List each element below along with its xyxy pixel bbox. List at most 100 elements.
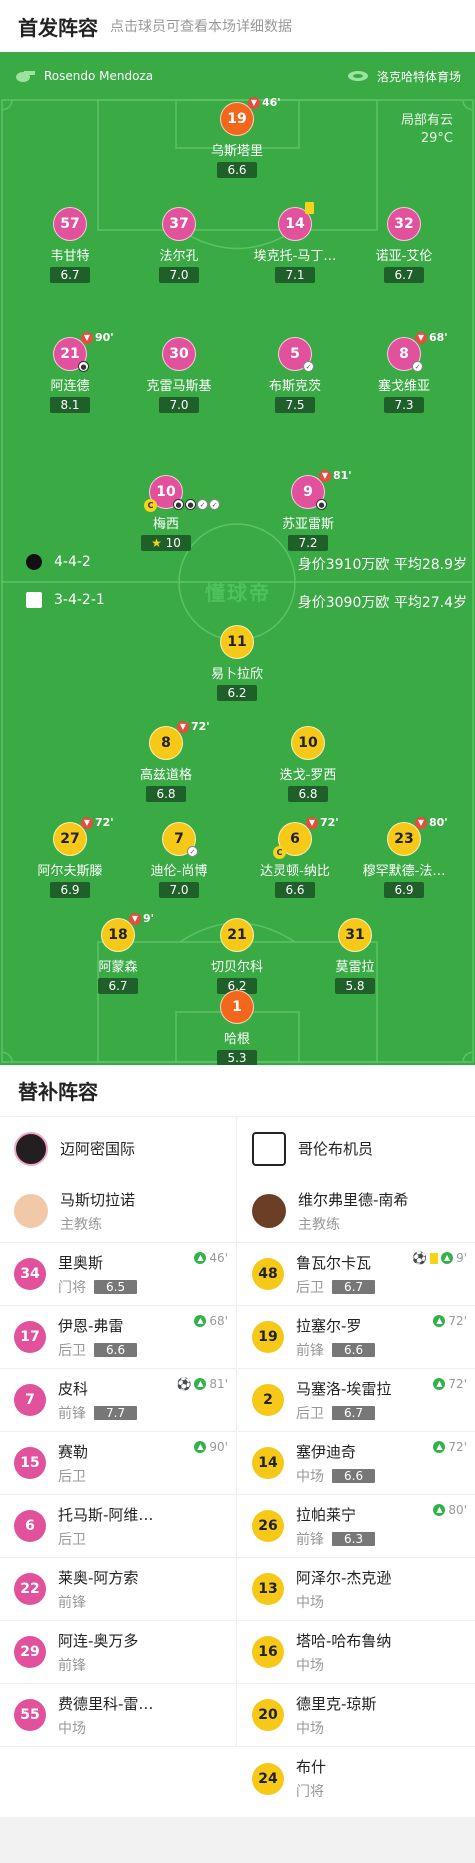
columbus-crew-logo [252,1131,286,1166]
home-team-mini-logo [26,554,42,570]
home-formation: 4-4-2 [26,554,91,570]
away-team-row[interactable]: 哥伦布机员 [238,1117,475,1180]
player-rating: 7.5 [275,397,315,413]
sub-row[interactable]: 55 费德里科-雷… 中场 [0,1684,236,1747]
page-footer-space [0,1817,475,1863]
home-team-row[interactable]: 迈阿密国际 [0,1117,236,1180]
away-value: 身价3090万欧 平均27.4岁 [297,595,467,611]
sub-row[interactable]: 29 阿连-奥万多 前锋 [0,1621,236,1684]
player-home-captain[interactable]: 10 C ● ● ✓ ✓ 梅西 ★ 10 [116,475,220,551]
player-name: 克雷马斯基 [146,379,212,394]
assist-icon: ✓ [197,499,208,510]
sub-row[interactable]: 6 托马斯-阿维… 后卫 [0,1495,236,1558]
sub-row[interactable]: 16 塔哈-哈布鲁纳 中场 [238,1621,475,1684]
player-away[interactable]: 27 ▼ 72' 阿尔夫斯滕 6.9 [20,816,120,898]
referee: Rosendo Mendoza [14,69,153,83]
sub-row[interactable]: 2 马塞洛-埃雷拉 后卫 6.7 ▲ 72' [238,1369,475,1432]
away-coach-row[interactable]: 维尔弗里德-南希 主教练 [238,1180,475,1243]
sub-on-icon: ▲ [194,1378,207,1390]
player-away[interactable]: 31 莫雷拉 5.8 [305,918,405,994]
venue-name: 洛克哈特体育场 [376,69,461,84]
sub-row[interactable]: 34 里奥斯 门将 6.5 ▲ 46' [0,1243,236,1306]
player-rating: 6.8 [288,786,328,802]
player-home[interactable]: 14 埃克托-马丁… 7.1 [245,202,345,283]
player-name: 达灵顿-纳比 [260,864,330,879]
referee-name: Rosendo Mendoza [44,69,154,83]
player-away[interactable]: 21 切贝尔科 6.2 [187,918,287,994]
player-rating: 6.7 [384,267,424,283]
sub-off-icon: ▼ [81,816,93,829]
player-rating: 6.9 [384,882,424,898]
sub-row[interactable]: 14 塞伊迪奇 中场 6.6 ▲ 72' [238,1432,475,1495]
yellow-card-icon [430,1252,439,1264]
player-name: 迭戈-罗西 [279,768,337,783]
player-home[interactable]: 8 ▼ 68' ✓ 塞戈维亚 7.3 [354,331,454,413]
player-away[interactable]: 10 迭戈-罗西 6.8 [258,726,358,802]
player-away[interactable]: 18 ▼ 9' 阿蒙森 6.7 [68,912,168,994]
star-icon: ★ [151,536,162,550]
player-home-gk[interactable]: 19 ▼ 46' 乌斯塔里 6.6 [187,96,287,178]
sub-row[interactable]: 17 伊恩-弗雷 后卫 6.6 ▲ 68' [0,1306,236,1369]
player-away[interactable]: 11 易卜拉欣 6.2 [187,625,287,701]
sub-off-icon: ▼ [415,331,427,344]
player-home[interactable]: 37 法尔孔 7.0 [129,207,229,283]
sub-row[interactable]: 13 阿泽尔-杰克逊 中场 [238,1558,475,1621]
sub-off-icon: ▼ [415,816,427,829]
player-home[interactable]: 9 ▼ 81' ● 苏亚雷斯 7.2 [258,469,358,551]
coach-role: 主教练 [298,1216,340,1233]
sub-off-icon: ▼ [129,912,141,925]
away-team-name: 哥伦布机员 [298,1140,374,1158]
coach-name: 马斯切拉诺 [60,1190,136,1209]
coach-name: 维尔弗里德-南希 [298,1190,409,1209]
player-away[interactable]: 7 ✓ 迪伦-尚博 7.0 [129,822,229,898]
player-away[interactable]: 8 ▼ 72' 高兹道格 6.8 [116,720,216,802]
sub-row[interactable]: 48 鲁瓦尔卡瓦 后卫 6.7 ⚽ ▲ 9' [238,1243,475,1306]
sub-on-icon: ▲ [194,1252,207,1264]
assist-icon: ✓ [209,499,220,510]
player-name: 易卜拉欣 [210,667,263,682]
sub-row[interactable]: 19 拉塞尔-罗 前锋 6.6 ▲ 72' [238,1306,475,1369]
player-rating: 7.0 [159,267,199,283]
sub-row[interactable]: 26 拉帕莱宁 前锋 6.3 ▲ 80' [238,1495,475,1558]
player-home[interactable]: 57 韦甘特 6.7 [20,207,120,283]
sub-row[interactable]: 15 赛勒 后卫 ▲ 90' [0,1432,236,1495]
player-rating: 5.8 [335,978,375,994]
home-subs-column: 迈阿密国际 马斯切拉诺 主教练 34 里奥斯 门将 6.5 ▲ 46' 17 伊恩-弗… [0,1117,237,1747]
weather: 局部有云 29°C [401,112,453,148]
sub-row[interactable]: 20 德里克-琼斯 中场 [238,1684,475,1747]
lineup-header: 首发阵容 点击球员可查看本场详细数据 [0,0,475,52]
goal-icon: ⚽ [176,1377,192,1391]
sub-on-icon: ▲ [441,1252,454,1264]
player-home[interactable]: 5 ✓ 布斯克茨 7.5 [245,337,345,413]
sub-off-icon: ▼ [81,331,93,344]
venue: 洛克哈特体育场 [347,68,461,85]
pitch: Rosendo Mendoza 洛克哈特体育场 局部有云 29°C 懂球帝 4-… [0,52,475,1065]
captain-icon: C [273,846,286,859]
player-home[interactable]: 30 克雷马斯基 7.0 [129,337,229,413]
sub-off-marker: ▼ 46' [248,96,281,109]
player-rating: 7.0 [159,882,199,898]
player-rating: 5.3 [217,1050,257,1065]
player-name: 乌斯塔里 [210,144,263,159]
player-away-gk[interactable]: 1 哈根 5.3 [187,990,287,1065]
sub-row[interactable]: 24 布什 门将 [238,1747,475,1810]
away-formation-text: 3-4-2-1 [54,592,105,608]
sub-row[interactable]: 7 皮科 前锋 7.7 ⚽ ▲ 81' [0,1369,236,1432]
captain-icon: C [144,499,157,512]
player-name: 法尔孔 [159,249,199,264]
player-rating: 7.0 [159,397,199,413]
player-away[interactable]: 23 ▼ 80' 穆罕默德-法… 6.9 [354,816,454,898]
sub-row[interactable]: 22 莱奥-阿方索 前锋 [0,1558,236,1621]
player-home[interactable]: 21 ▼ 90' ● 阿连德 8.1 [20,331,120,413]
player-rating: 6.6 [217,162,257,178]
player-name: 迪伦-尚博 [150,864,208,879]
home-coach-row[interactable]: 马斯切拉诺 主教练 [0,1180,236,1243]
weather-temperature: 29°C [420,131,453,146]
player-home[interactable]: 32 诺亚-艾伦 6.7 [354,207,454,283]
match-info-bar: Rosendo Mendoza 洛克哈特体育场 [0,52,475,100]
weather-condition: 局部有云 [400,113,453,128]
player-name: 穆罕默德-法… [362,864,446,879]
goal-icon: ⚽ [412,1251,428,1265]
sub-off-icon: ▼ [177,720,189,733]
player-away-captain[interactable]: 6 ▼ 72' C 达灵顿-纳比 6.6 [245,816,345,898]
